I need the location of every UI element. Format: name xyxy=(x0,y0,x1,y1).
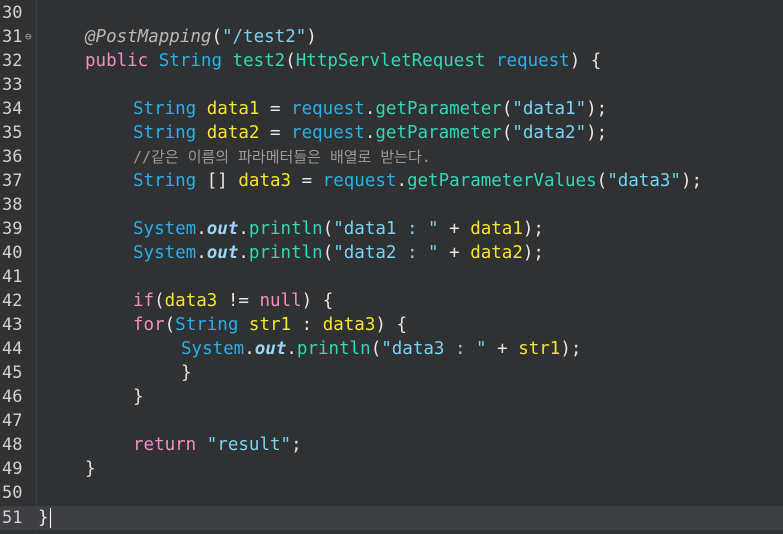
text-cursor xyxy=(49,508,51,528)
code-line[interactable]: 33 xyxy=(0,73,783,97)
code-line[interactable]: 39 System.out.println("data1 : " + data1… xyxy=(0,217,783,241)
code-text: System.out.println("data2 : " + data2); xyxy=(133,243,544,263)
code-comment: //같은 이름의 파라메터들은 배열로 받는다. xyxy=(133,148,431,166)
line-number: 50 xyxy=(2,483,23,503)
code-text: if(data3 != null) { xyxy=(133,291,334,311)
code-text: public String test2(HttpServletRequest r… xyxy=(85,51,602,71)
line-number: 49 xyxy=(2,459,23,479)
line-number: 39 xyxy=(2,219,23,239)
code-line[interactable]: 44 System.out.println("data3 : " + str1)… xyxy=(0,337,783,361)
line-number: 32 xyxy=(2,51,23,71)
line-number: 37 xyxy=(2,171,23,191)
line-number: 40 xyxy=(2,243,23,263)
code-text: } xyxy=(38,508,51,528)
code-line[interactable]: 47 xyxy=(0,409,783,433)
code-line[interactable]: 46 } xyxy=(0,385,783,409)
code-text: System.out.println("data3 : " + str1); xyxy=(181,339,582,359)
code-text: @PostMapping("/test2") xyxy=(85,27,317,47)
code-line[interactable]: 38 xyxy=(0,193,783,217)
line-number: 36 xyxy=(2,147,23,167)
code-line[interactable]: 48 return "result"; xyxy=(0,433,783,457)
code-line-current[interactable]: 51 } xyxy=(0,506,783,530)
code-editor[interactable]: 30 31 ⊖ @PostMapping("/test2") 32 public… xyxy=(0,0,783,534)
code-text: String data1 = request.getParameter("dat… xyxy=(133,99,608,119)
line-number: 45 xyxy=(2,363,23,383)
line-number: 34 xyxy=(2,99,23,119)
code-line[interactable]: 35 String data2 = request.getParameter("… xyxy=(0,121,783,145)
code-line[interactable]: 43 for(String str1 : data3) { xyxy=(0,313,783,337)
line-number: 46 xyxy=(2,387,23,407)
code-text: } xyxy=(181,363,192,383)
code-text: } xyxy=(85,459,96,479)
line-number: 48 xyxy=(2,435,23,455)
code-text: String data2 = request.getParameter("dat… xyxy=(133,123,608,143)
code-line[interactable]: 37 String [] data3 = request.getParamete… xyxy=(0,169,783,193)
line-number: 38 xyxy=(2,195,23,215)
code-line[interactable]: 42 if(data3 != null) { xyxy=(0,289,783,313)
line-number: 44 xyxy=(2,339,23,359)
code-text: System.out.println("data1 : " + data1); xyxy=(133,219,544,239)
line-number: 42 xyxy=(2,291,23,311)
line-number: 41 xyxy=(2,267,23,287)
code-line[interactable]: 49 } xyxy=(0,457,783,481)
code-line[interactable]: 50 xyxy=(0,481,783,505)
code-text: return "result"; xyxy=(133,435,302,455)
line-number: 47 xyxy=(2,411,23,431)
code-line[interactable]: 30 xyxy=(0,1,783,25)
line-number: 33 xyxy=(2,75,23,95)
code-line[interactable]: 36 //같은 이름의 파라메터들은 배열로 받는다. xyxy=(0,145,783,169)
code-line[interactable]: 31 ⊖ @PostMapping("/test2") xyxy=(0,25,783,49)
code-line[interactable]: 45 } xyxy=(0,361,783,385)
line-number: 35 xyxy=(2,123,23,143)
line-number: 43 xyxy=(2,315,23,335)
line-number: 51 xyxy=(2,508,23,528)
code-line[interactable]: 40 System.out.println("data2 : " + data2… xyxy=(0,241,783,265)
code-line[interactable]: 41 xyxy=(0,265,783,289)
code-text: } xyxy=(133,387,144,407)
code-line[interactable]: 34 String data1 = request.getParameter("… xyxy=(0,97,783,121)
code-line[interactable]: 32 public String test2(HttpServletReques… xyxy=(0,49,783,73)
fold-marker-icon[interactable]: ⊖ xyxy=(25,25,32,49)
code-text: String [] data3 = request.getParameterVa… xyxy=(133,171,703,191)
line-number: 30 xyxy=(2,3,23,23)
code-text: for(String str1 : data3) { xyxy=(133,315,407,335)
